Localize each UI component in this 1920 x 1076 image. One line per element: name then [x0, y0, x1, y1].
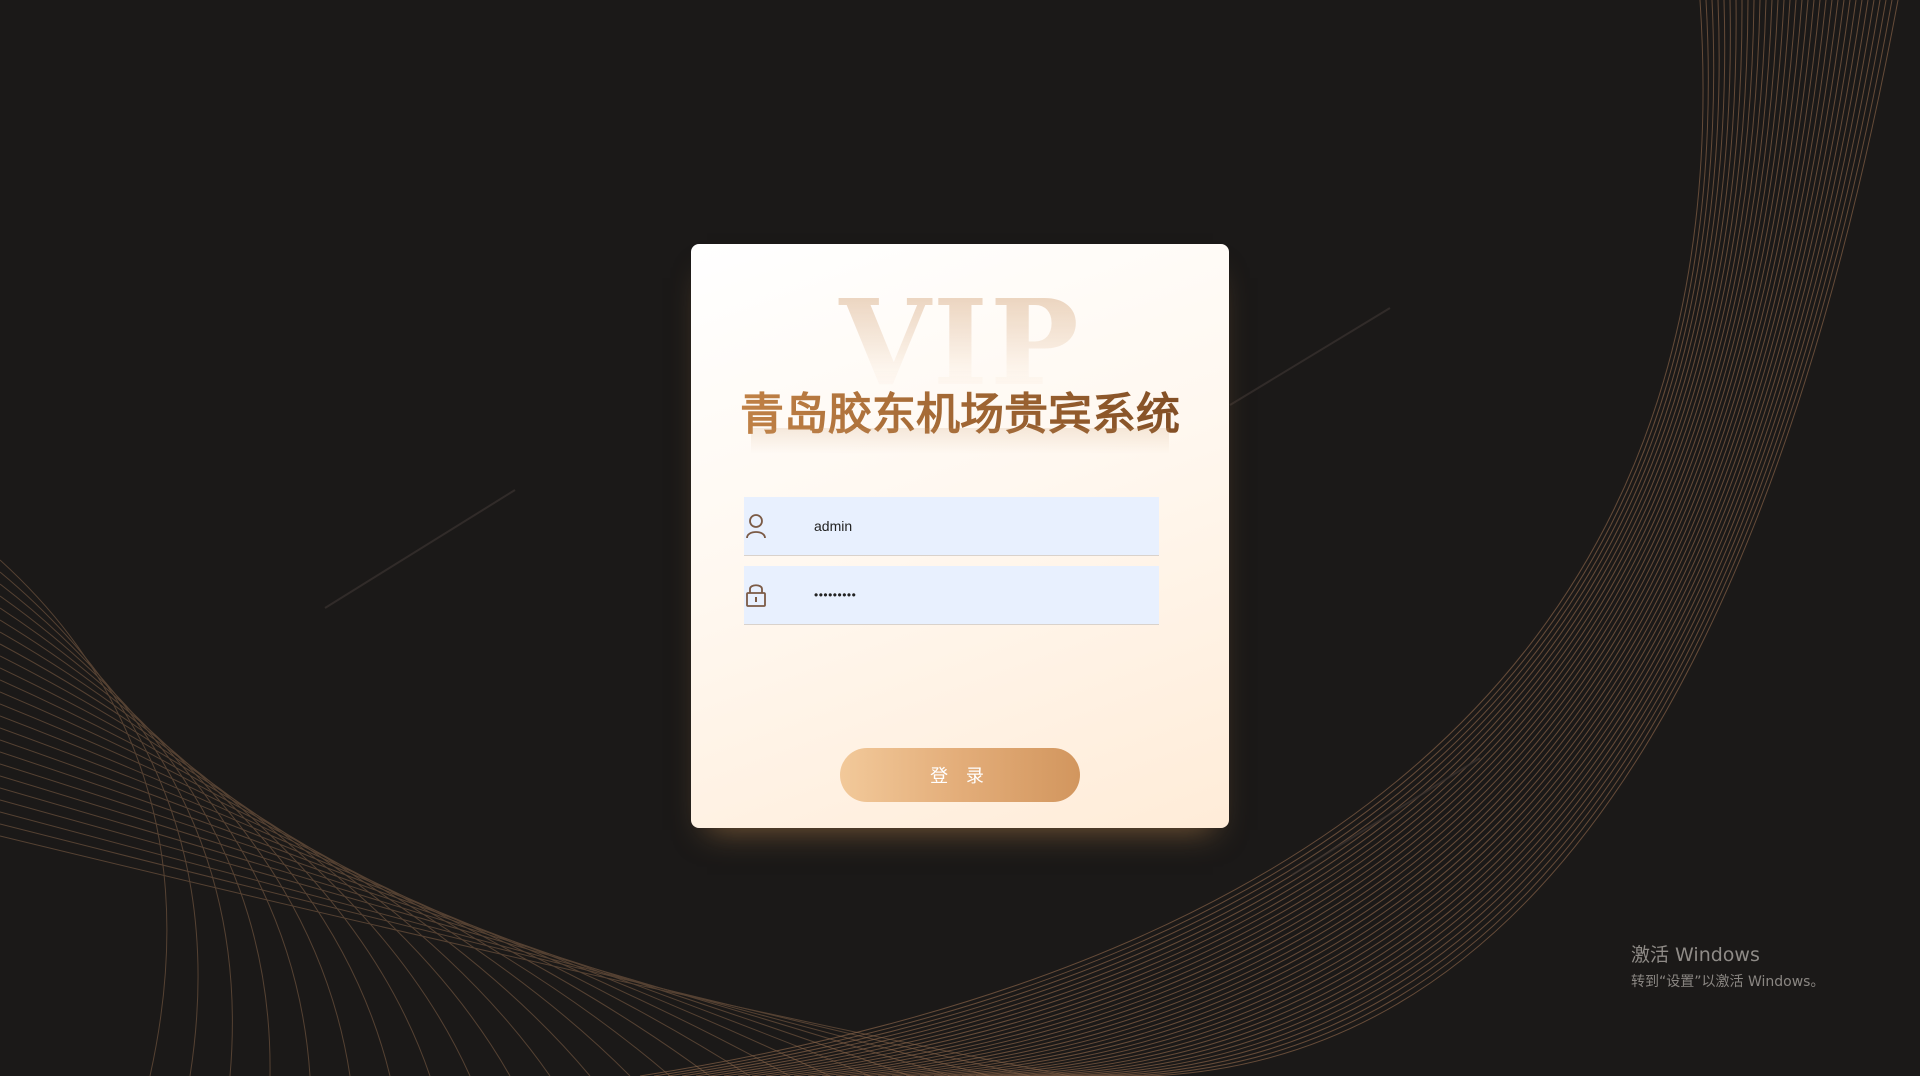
login-card: VIP 青岛胶东机场贵宾系统 admin ••••••••• 登 录 — [691, 244, 1229, 828]
password-field[interactable]: ••••••••• — [744, 566, 1159, 625]
login-button[interactable]: 登 录 — [840, 748, 1080, 802]
activation-subtitle: 转到“设置”以激活 Windows。 — [1631, 974, 1825, 990]
lock-icon — [744, 582, 768, 608]
windows-activation-watermark: 激活 Windows 转到“设置”以激活 Windows。 — [1631, 940, 1824, 991]
activation-title: 激活 Windows — [1631, 944, 1760, 966]
title-reflection — [751, 428, 1169, 454]
password-value[interactable]: ••••••••• — [814, 588, 856, 602]
username-value[interactable]: admin — [814, 518, 852, 534]
login-page: VIP 青岛胶东机场贵宾系统 admin ••••••••• 登 录 激活 Wi… — [0, 0, 1920, 1076]
username-field[interactable]: admin — [744, 497, 1159, 556]
user-icon — [744, 513, 768, 539]
